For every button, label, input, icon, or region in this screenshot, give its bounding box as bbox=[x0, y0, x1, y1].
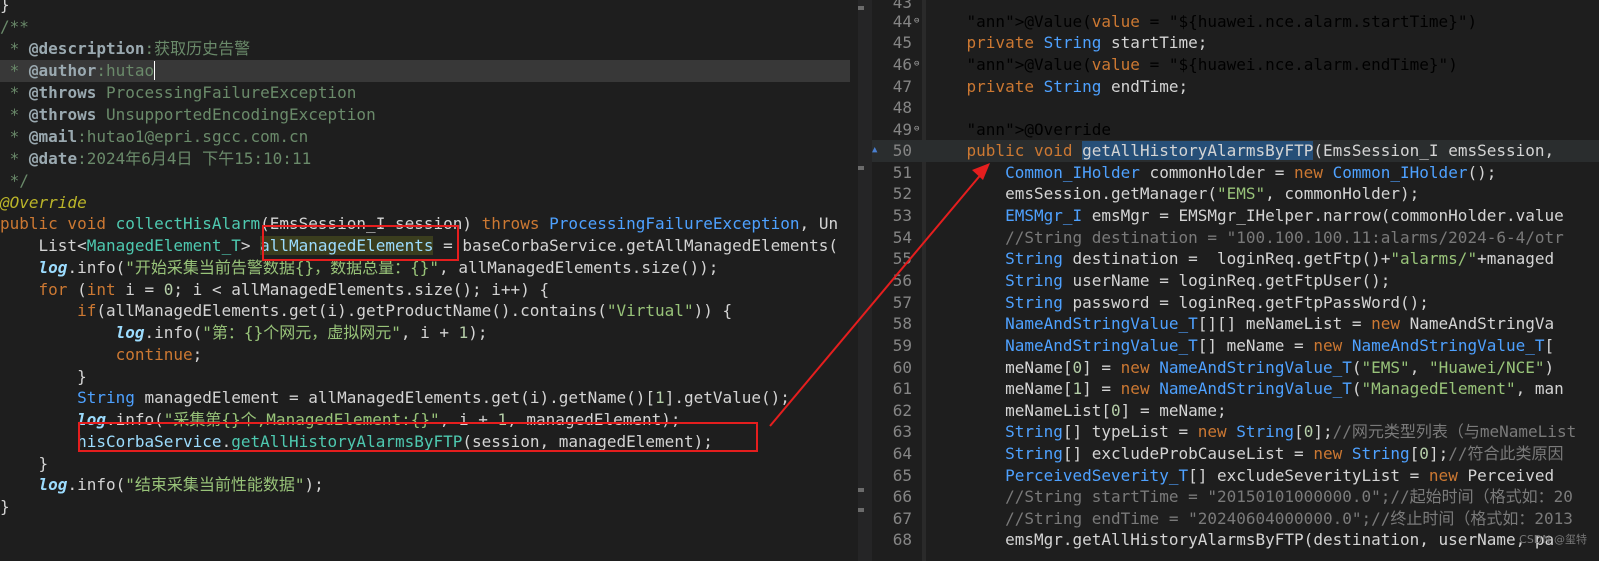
code-line-46: 46 ⊖ "ann">@Value(value = "${huawei.nce.a… bbox=[872, 54, 1599, 76]
line-number[interactable]: 53 bbox=[872, 205, 912, 227]
code-line: for (int i = 0; i < allManagedElements.s… bbox=[0, 280, 550, 299]
code-line-66: 66 //String startTime = "20150101000000.… bbox=[872, 486, 1599, 508]
code-line-54: 54 //String destination = "100.100.100.1… bbox=[872, 227, 1599, 249]
line-number[interactable]: 63 bbox=[872, 421, 912, 443]
code-line-49: 49 ⊖ "ann">@Override bbox=[872, 119, 1599, 141]
line-number[interactable]: 47 bbox=[872, 76, 912, 98]
line-number[interactable]: 51 bbox=[872, 162, 912, 184]
current-code-line[interactable]: * @author:hutao bbox=[0, 60, 850, 82]
fold-toggle-icon[interactable]: ⊖ bbox=[914, 11, 919, 33]
code-line: } bbox=[0, 497, 10, 516]
editor-split-divider[interactable] bbox=[858, 0, 872, 561]
code-line-61: 61 meName[1] = new NameAndStringValue_T(… bbox=[872, 378, 1599, 400]
code-line: * @throws ProcessingFailureException bbox=[0, 83, 357, 102]
line-number[interactable]: 44 bbox=[872, 11, 912, 33]
code-line-68: 68 emsMgr.getAllHistoryAlarmsByFTP(desti… bbox=[872, 529, 1599, 551]
code-line-65: 65 PerceivedSeverity_T[] excludeSeverity… bbox=[872, 465, 1599, 487]
code-line-52: 52 emsSession.getManager("EMS", commonHo… bbox=[872, 183, 1599, 205]
line-number[interactable]: 50 bbox=[872, 140, 912, 162]
highlight-box-call bbox=[78, 422, 758, 452]
line-number[interactable]: 48 bbox=[872, 97, 912, 119]
code-line: */ bbox=[0, 171, 29, 190]
line-number[interactable]: 61 bbox=[872, 378, 912, 400]
code-line: * @date:2024年6月4日 下午15:10:11 bbox=[0, 149, 312, 168]
line-number[interactable]: 67 bbox=[872, 508, 912, 530]
line-number[interactable]: 45 bbox=[872, 32, 912, 54]
watermark: CSDN @玺特 bbox=[1519, 533, 1587, 546]
code-line-48: 48 bbox=[872, 97, 1599, 119]
line-number[interactable]: 58 bbox=[872, 313, 912, 335]
fold-toggle-icon[interactable]: ⊖ bbox=[914, 119, 919, 141]
line-number[interactable]: 60 bbox=[872, 357, 912, 379]
line-number[interactable]: 57 bbox=[872, 292, 912, 314]
code-line: if(allManagedElements.get(i).getProductN… bbox=[0, 301, 733, 320]
code-line-59: 59 NameAndStringValue_T[] meName = new N… bbox=[872, 335, 1599, 357]
code-line: /** bbox=[0, 17, 29, 36]
line-number[interactable]: 62 bbox=[872, 400, 912, 422]
code-line-55: 55 String destination = loginReq.getFtp(… bbox=[872, 248, 1599, 270]
code-line-67: 67 //String endTime = "20240604000000.0"… bbox=[872, 508, 1599, 530]
code-line-47: 47 private String endTime; bbox=[872, 76, 1599, 98]
code-line: } bbox=[0, 454, 49, 473]
line-number[interactable]: 66 bbox=[872, 486, 912, 508]
code-line: @Override bbox=[0, 193, 87, 212]
code-line-51: 51 Common_IHolder commonHolder = new Com… bbox=[872, 162, 1599, 184]
line-number[interactable]: 55 bbox=[872, 248, 912, 270]
left-editor-pane[interactable]: } /** * @description:获取历史告警 * @author:hu… bbox=[0, 0, 858, 561]
code-line-56: 56 String userName = loginReq.getFtpUser… bbox=[872, 270, 1599, 292]
code-line: continue; bbox=[0, 345, 203, 364]
code-line: * @description:获取历史告警 bbox=[0, 39, 251, 58]
code-line-57: 57 String password = loginReq.getFtpPass… bbox=[872, 292, 1599, 314]
code-line-64: 64 String[] excludeProbCauseList = new S… bbox=[872, 443, 1599, 465]
code-line: * @mail:hutao1@epri.sgcc.com.cn bbox=[0, 127, 309, 146]
code-line: } bbox=[0, 0, 10, 14]
line-number[interactable]: 52 bbox=[872, 183, 912, 205]
line-number[interactable]: 54 bbox=[872, 227, 912, 249]
code-line-50: 50 ▲ public void getAllHistoryAlarmsByFTP… bbox=[872, 140, 1599, 162]
line-number[interactable]: 65 bbox=[872, 465, 912, 487]
code-line: } bbox=[0, 367, 87, 386]
code-line-53: 53 EMSMgr_I emsMgr = EMSMgr_IHelper.narr… bbox=[872, 205, 1599, 227]
code-line-62: 62 meNameList[0] = meName; bbox=[872, 400, 1599, 422]
code-line: * @throws UnsupportedEncodingException bbox=[0, 105, 376, 124]
code-line-60: 60 meName[0] = new NameAndStringValue_T(… bbox=[872, 357, 1599, 379]
line-number[interactable]: 56 bbox=[872, 270, 912, 292]
fold-toggle-icon[interactable]: ⊖ bbox=[914, 54, 919, 76]
line-number[interactable]: 46 bbox=[872, 54, 912, 76]
line-number[interactable]: 59 bbox=[872, 335, 912, 357]
override-marker-icon[interactable]: ▲ bbox=[872, 140, 877, 162]
line-number[interactable]: 64 bbox=[872, 443, 912, 465]
line-number[interactable]: 68 bbox=[872, 529, 912, 551]
highlight-box-variable bbox=[262, 225, 459, 261]
right-editor-pane[interactable]: 43 44 ⊖ "ann">@Value(value = "${huawei.nce… bbox=[872, 0, 1599, 561]
code-line: String managedElement = allManagedElemen… bbox=[0, 388, 790, 407]
code-line-63: 63 String[] typeList = new String[0];//网… bbox=[872, 421, 1599, 443]
code-line: log.info("结束采集当前性能数据"); bbox=[0, 475, 324, 494]
code-line-58: 58 NameAndStringValue_T[][] meNameList =… bbox=[872, 313, 1599, 335]
code-line-44: 44 ⊖ "ann">@Value(value = "${huawei.nce.a… bbox=[872, 11, 1599, 33]
code-line: log.info("第：{}个网元，虚拟网元", i + 1); bbox=[0, 323, 488, 342]
code-line-45: 45 private String startTime; bbox=[872, 32, 1599, 54]
line-number[interactable]: 49 bbox=[872, 119, 912, 141]
